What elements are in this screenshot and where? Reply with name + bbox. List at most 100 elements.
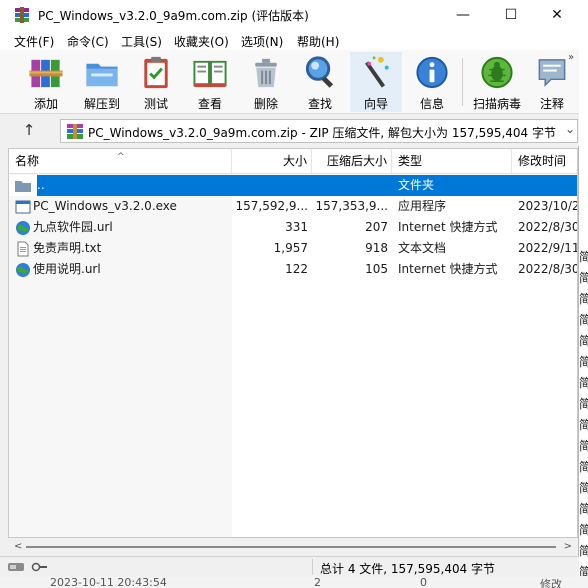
comment-button[interactable]: 注释 [532,52,572,112]
background-glyph: 简 [579,502,588,516]
column-header-size[interactable]: 大小 [232,149,312,174]
drive-key-icon [8,562,47,572]
title-bar[interactable]: PC_Windows_v3.2.0_9a9m.com.zip (评估版本) — … [0,0,579,30]
list-item[interactable]: 免责声明.txt 1,957 918 文本文档 2022/9/11 [9,238,578,259]
column-header-packed[interactable]: 压缩后大小 [312,149,392,174]
list-item[interactable]: 使用说明.url 122 105 Internet 快捷方式 2022/8/30 [9,259,578,280]
extract-to-label: 解压到 [83,97,120,111]
file-size [232,175,308,196]
file-type: 文件夹 [398,178,435,192]
status-separator [312,559,313,575]
toolbar: 添加 解压到 测试 查看 删除 查找 向导 信息 扫描病毒 注释 » [0,50,579,114]
find-button[interactable]: 查找 [298,52,342,112]
file-type: Internet 快捷方式 [398,262,498,276]
test-button[interactable]: 测试 [134,52,178,112]
delete-label: 删除 [253,97,278,111]
background-glyph: 简 [579,313,588,327]
trash-icon [255,58,277,88]
test-label: 测试 [143,97,168,111]
zip-archive-icon [67,124,83,139]
list-item[interactable]: PC_Windows_v3.2.0.exe 157,592,9... 157,3… [9,196,577,217]
background-glyph: 简 [579,334,588,348]
background-glyph: 简 [579,376,588,390]
menu-commands[interactable]: 命令(C) [67,33,109,50]
window-title: PC_Windows_v3.2.0_9a9m.com.zip (评估版本) [38,9,309,23]
url-globe-icon [16,263,30,277]
file-modified: 2022/9/11 [518,241,578,255]
background-glyph: 简 [579,523,588,537]
menu-options[interactable]: 选项(N) [241,33,283,50]
file-modified: 2022/8/30 [518,220,578,234]
file-icon-cell [9,175,37,196]
delete-button[interactable]: 删除 [244,52,288,112]
scrollbar-thumb[interactable] [26,546,556,548]
info-icon [416,56,448,89]
file-name: 使用说明.url [33,262,101,276]
add-books-icon [29,59,63,88]
file-type: Internet 快捷方式 [398,220,498,234]
file-name: 九点软件园.url [33,220,113,234]
view-button[interactable]: 查看 [188,52,232,112]
column-header-name[interactable]: 名称 ^ [9,149,232,174]
background-glyph: 简 [579,418,588,432]
menu-favorites[interactable]: 收藏夹(O) [174,33,229,50]
winrar-app-icon [15,7,29,23]
file-name: .. [37,178,45,192]
background-glyph: 简 [579,271,588,285]
file-packed-size: 918 [365,241,388,255]
background-glyph: 简 [579,397,588,411]
comment-label: 注释 [539,97,564,111]
list-item[interactable]: 九点软件园.url 331 207 Internet 快捷方式 2022/8/3… [9,217,578,238]
test-clipboard-icon [144,56,168,89]
extract-to-button[interactable]: 解压到 [80,52,124,112]
info-label: 信息 [419,97,444,111]
menu-file[interactable]: 文件(F) [14,33,54,50]
column-header-modified[interactable]: 修改时间 [512,149,577,174]
info-button[interactable]: 信息 [410,52,454,112]
address-path: PC_Windows_v3.2.0_9a9m.com.zip - ZIP 压缩文… [88,126,557,140]
background-glyph: 简 [579,481,588,495]
background-glyph: 简 [579,355,588,369]
background-number: 2 [314,576,321,588]
find-label: 查找 [307,97,332,111]
background-glyph: 简 [579,439,588,453]
up-arrow-icon[interactable]: ↑ [20,121,38,139]
horizontal-scrollbar[interactable]: < > [8,538,578,556]
comment-icon [538,59,566,87]
virus-scan-icon [481,56,513,89]
column-header-type[interactable]: 类型 [392,149,512,174]
background-window-right: 简简简简简简简简简简简简简简简简简 [578,0,588,588]
minimize-button[interactable]: — [440,0,486,30]
scroll-right-icon[interactable]: > [564,541,572,552]
magnifier-icon [305,56,334,88]
chevron-down-icon[interactable]: ⌄ [565,122,575,136]
address-bar: ↑ PC_Windows_v3.2.0_9a9m.com.zip - ZIP 压… [0,114,579,146]
toolbar-separator [462,58,463,106]
menu-help[interactable]: 帮助(H) [297,33,339,50]
status-summary: 总计 4 文件, 157,595,404 字节 [320,562,496,576]
menu-tools[interactable]: 工具(S) [121,33,162,50]
file-name: PC_Windows_v3.2.0.exe [33,199,177,213]
address-combobox[interactable]: PC_Windows_v3.2.0_9a9m.com.zip - ZIP 压缩文… [60,119,578,143]
virus-scan-button[interactable]: 扫描病毒 [470,52,524,112]
winrar-window: PC_Windows_v3.2.0_9a9m.com.zip (评估版本) — … [0,0,579,577]
toolbar-overflow-icon[interactable]: » [568,52,574,63]
view-label: 查看 [197,97,222,111]
file-packed-size [312,175,388,196]
exe-icon [15,200,31,214]
wizard-button[interactable]: 向导 [350,52,402,112]
scroll-left-icon[interactable]: < [14,541,22,552]
background-number: 0 [420,576,427,588]
extract-folder-icon [86,63,118,87]
file-size: 157,592,9... [235,199,308,213]
file-type: 文本文档 [398,241,447,255]
maximize-button[interactable]: ☐ [488,0,534,30]
add-button[interactable]: 添加 [24,52,68,112]
file-packed-size: 207 [365,220,388,234]
column-header-name-label: 名称 [15,154,40,168]
column-headers: 名称 ^ 大小 压缩后大小 类型 修改时间 [9,149,577,174]
file-size: 122 [285,262,308,276]
list-item[interactable]: .. 文件夹 [9,175,577,196]
close-button[interactable]: ✕ [534,0,580,30]
file-modified: 2022/8/30 [518,262,578,276]
